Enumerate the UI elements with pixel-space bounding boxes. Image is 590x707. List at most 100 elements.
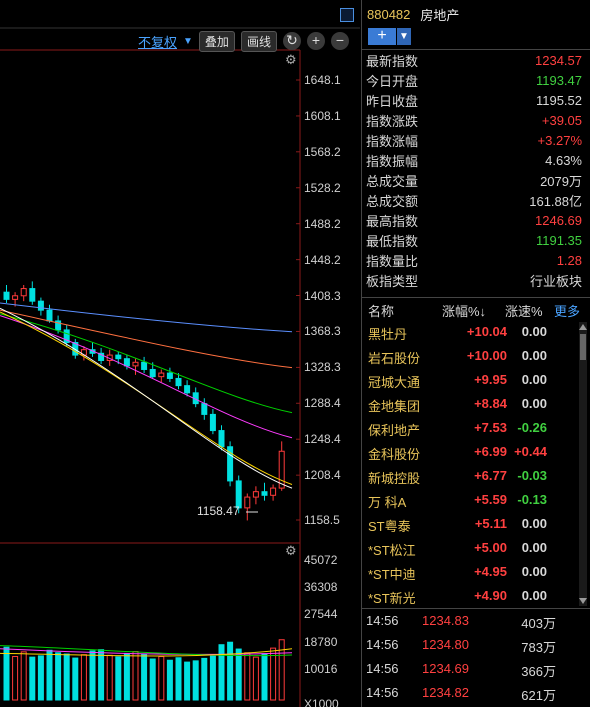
refresh-icon[interactable]: ↻: [282, 32, 301, 50]
col-pct[interactable]: 涨幅%↓: [442, 301, 486, 320]
volume-bar: [209, 655, 216, 701]
candle-body: [141, 361, 148, 370]
price-tick-label: 1368.3: [304, 324, 341, 339]
tick-time: 14:56: [366, 661, 399, 676]
stock-row[interactable]: 保利地产 +7.53 -0.26: [362, 416, 590, 440]
stock-row[interactable]: 万 科A +5.59 -0.13: [362, 488, 590, 512]
tick-volume: 783万: [521, 640, 556, 655]
overlay-button[interactable]: 叠加: [198, 30, 235, 52]
tick-row: 14:56 1234.80 783万: [362, 634, 590, 657]
stock-pct: +6.77: [474, 468, 507, 483]
stock-row[interactable]: *ST松江 +5.00 0.00: [362, 536, 590, 560]
chevron-down-icon[interactable]: ▼: [183, 36, 193, 47]
quote-label: 最低指数: [366, 233, 419, 249]
kline-chart-area[interactable]: 不复权 ▼ 叠加 画线 ↻ + − ⚙ ⚙ 1648.1 1608.1 1568.2…: [0, 0, 360, 707]
stock-pct: +5.59: [474, 492, 507, 507]
candle-body: [201, 403, 208, 415]
volume-tick-label: X1000: [304, 697, 339, 707]
zoom-out-button[interactable]: −: [330, 32, 349, 50]
volume-bar: [201, 657, 208, 701]
quote-value: 1195.52: [535, 92, 582, 108]
volume-bar: [80, 654, 87, 701]
stock-row[interactable]: 岩石股份 +10.00 0.00: [362, 344, 590, 368]
quote-label: 昨日收盘: [366, 93, 419, 109]
chevron-down-icon[interactable]: ▼: [397, 28, 411, 45]
price-tick-label: 1648.1: [304, 73, 341, 87]
more-link[interactable]: 更多: [554, 301, 580, 320]
quote-row: 板指类型 行业板块: [362, 270, 585, 290]
tick-volume: 366万: [521, 664, 556, 679]
stock-row[interactable]: 黑牡丹 +10.04 0.00: [362, 320, 590, 344]
gear-icon[interactable]: ⚙: [285, 543, 297, 559]
quote-row: 指数涨跌 +39.05: [362, 110, 585, 130]
zoom-in-button[interactable]: +: [306, 32, 325, 50]
quote-row: 指数涨幅 +3.27%: [362, 130, 585, 150]
candle-body: [270, 487, 277, 496]
fq-dropdown[interactable]: 不复权: [138, 32, 177, 51]
tick-price: 1234.82: [422, 685, 469, 700]
volume-tick-label: 45072: [304, 553, 338, 567]
stock-speed: 0.00: [521, 348, 547, 363]
stock-row[interactable]: 金科股份 +6.99 +0.44: [362, 440, 590, 464]
stock-row[interactable]: 金地集团 +8.84 0.00: [362, 392, 590, 416]
price-tick-label: 1328.3: [304, 360, 341, 375]
stock-name: ST粤泰: [368, 519, 411, 534]
quote-value: 2079万: [540, 173, 582, 189]
quote-value: +3.27%: [537, 132, 582, 148]
price-tick-label: 1488.2: [304, 216, 341, 231]
volume-bar: [63, 653, 70, 701]
gear-icon[interactable]: ⚙: [285, 52, 297, 68]
volume-bar: [3, 646, 10, 701]
panel-header: 880482 房地产: [362, 0, 590, 28]
quote-value: 1234.57: [535, 52, 582, 68]
price-tick-label: 1528.2: [304, 180, 341, 195]
tick-price: 1234.69: [422, 661, 469, 676]
moving-average-ma60: [0, 309, 293, 369]
quote-label: 指数振幅: [366, 153, 419, 169]
col-speed[interactable]: 涨速%: [505, 301, 543, 320]
list-scrollbar[interactable]: [578, 322, 588, 606]
candle-body: [46, 309, 53, 322]
price-tick-label: 1608.1: [304, 108, 341, 123]
stock-row[interactable]: *ST新光 +4.90 0.00: [362, 584, 590, 608]
quote-row: 昨日收盘 1195.52: [362, 90, 585, 110]
volume-tick-label: 10016: [304, 661, 338, 676]
quote-value: 行业板块: [529, 273, 582, 289]
plus-icon[interactable]: +: [368, 28, 396, 45]
candle-body: [252, 491, 259, 498]
stock-name: 万 科A: [368, 495, 407, 510]
tick-row: 14:56 1234.82 621万: [362, 682, 590, 705]
tick-price: 1234.80: [422, 637, 469, 652]
candle-body: [12, 295, 19, 300]
stock-speed: 0.00: [521, 324, 547, 339]
stock-pct: +5.00: [474, 540, 507, 555]
stock-speed: 0.00: [521, 516, 547, 531]
volume-bar: [175, 657, 182, 701]
candle-body: [123, 358, 130, 367]
draw-line-button[interactable]: 画线: [240, 30, 277, 52]
volume-bar: [123, 652, 130, 701]
candle-body: [209, 413, 216, 432]
price-tick-label: 1208.4: [304, 468, 341, 483]
stock-name: 冠城大通: [368, 375, 421, 390]
stock-row[interactable]: ST粤泰 +5.11 0.00: [362, 512, 590, 536]
tick-volume: 621万: [521, 688, 556, 703]
candle-body: [218, 430, 225, 448]
stock-speed: -0.03: [517, 468, 547, 483]
stock-name: 金科股份: [368, 447, 421, 462]
stock-speed: 0.00: [521, 588, 547, 603]
stock-row[interactable]: *ST中迪 +4.95 0.00: [362, 560, 590, 584]
stock-name: 黑牡丹: [368, 327, 408, 342]
kline-chart-svg[interactable]: [0, 0, 360, 707]
candle-body: [175, 377, 182, 387]
candle-body: [29, 288, 36, 302]
quote-value: 161.88亿: [529, 193, 582, 209]
quote-value: 1191.35: [535, 232, 582, 248]
add-to-watchlist-button[interactable]: + ▼: [368, 28, 411, 45]
col-name[interactable]: 名称: [368, 301, 394, 320]
stock-speed: 0.00: [521, 396, 547, 411]
stock-row[interactable]: 新城控股 +6.77 -0.03: [362, 464, 590, 488]
stock-row[interactable]: 冠城大通 +9.95 0.00: [362, 368, 590, 392]
maximize-icon[interactable]: [340, 8, 354, 22]
stock-speed: 0.00: [521, 564, 547, 579]
